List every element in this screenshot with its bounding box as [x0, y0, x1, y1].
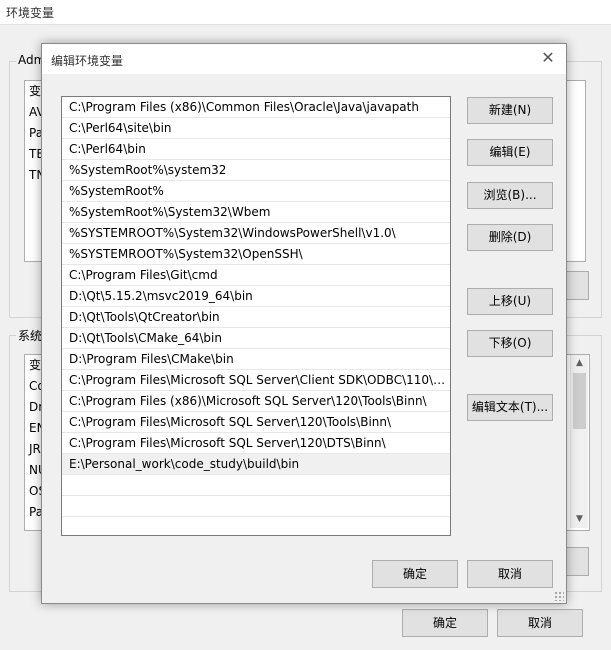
path-item[interactable]: %SYSTEMROOT%\System32\OpenSSH\ — [62, 244, 450, 265]
resize-grip-icon[interactable] — [554, 591, 564, 601]
path-item[interactable]: C:\Perl64\bin — [62, 139, 450, 160]
dialog-title: 编辑环境变量 — [51, 54, 124, 68]
path-item[interactable]: D:\Qt\Tools\QtCreator\bin — [62, 307, 450, 328]
path-item[interactable]: C:\Program Files\Microsoft SQL Server\Cl… — [62, 370, 450, 391]
path-item[interactable]: D:\Program Files\CMake\bin — [62, 349, 450, 370]
path-item[interactable]: D:\Qt\Tools\CMake_64\bin — [62, 328, 450, 349]
path-item[interactable]: E:\Personal_work\code_study\build\bin — [62, 454, 450, 475]
path-item[interactable]: C:\Program Files\Git\cmd — [62, 265, 450, 286]
path-item[interactable]: %SystemRoot% — [62, 181, 450, 202]
empty-row — [62, 475, 450, 496]
scroll-thumb[interactable] — [573, 373, 586, 429]
browse-button[interactable]: 浏览(B)... — [467, 182, 553, 209]
path-list[interactable]: C:\Program Files (x86)\Common Files\Orac… — [61, 96, 451, 536]
parent-ok-button[interactable]: 确定 — [402, 609, 488, 637]
edit-text-button[interactable]: 编辑文本(T)... — [467, 394, 553, 421]
cancel-button[interactable]: 取消 — [467, 560, 553, 588]
path-item[interactable]: C:\Program Files (x86)\Microsoft SQL Ser… — [62, 391, 450, 412]
system-variables-button[interactable] — [565, 547, 589, 576]
scroll-down-icon[interactable]: ▼ — [571, 511, 588, 528]
scroll-up-icon[interactable]: ▲ — [571, 355, 588, 372]
parent-cancel-button[interactable]: 取消 — [497, 609, 583, 637]
path-item[interactable]: D:\Qt\5.15.2\msvc2019_64\bin — [62, 286, 450, 307]
delete-button[interactable]: 删除(D) — [467, 224, 553, 251]
path-item[interactable]: %SYSTEMROOT%\System32\WindowsPowerShell\… — [62, 223, 450, 244]
empty-row — [62, 496, 450, 517]
system-list-scrollbar[interactable]: ▲ ▼ — [570, 355, 588, 528]
close-icon[interactable]: ✕ — [538, 48, 558, 68]
path-item[interactable]: C:\Perl64\site\bin — [62, 118, 450, 139]
new-button[interactable]: 新建(N) — [467, 97, 553, 124]
edit-button[interactable]: 编辑(E) — [467, 139, 553, 166]
path-item[interactable]: %SystemRoot%\system32 — [62, 160, 450, 181]
move-up-button[interactable]: 上移(U) — [467, 288, 553, 315]
edit-environment-variable-dialog: 编辑环境变量 ✕ C:\Program Files (x86)\Common F… — [41, 43, 567, 604]
parent-title-bar: 环境变量 — [0, 0, 611, 25]
system-variables-group-label: 系统 — [16, 327, 45, 344]
path-item[interactable]: C:\Program Files (x86)\Common Files\Orac… — [62, 97, 450, 118]
path-item[interactable]: C:\Program Files\Microsoft SQL Server\12… — [62, 412, 450, 433]
dialog-title-bar: 编辑环境变量 ✕ — [42, 44, 566, 74]
move-down-button[interactable]: 下移(O) — [467, 330, 553, 357]
path-item[interactable]: %SystemRoot%\System32\Wbem — [62, 202, 450, 223]
parent-window-title: 环境变量 — [6, 6, 55, 20]
empty-row — [62, 517, 450, 535]
path-item[interactable]: C:\Program Files\Microsoft SQL Server\12… — [62, 433, 450, 454]
user-variables-button[interactable] — [565, 271, 589, 300]
ok-button[interactable]: 确定 — [372, 560, 458, 588]
